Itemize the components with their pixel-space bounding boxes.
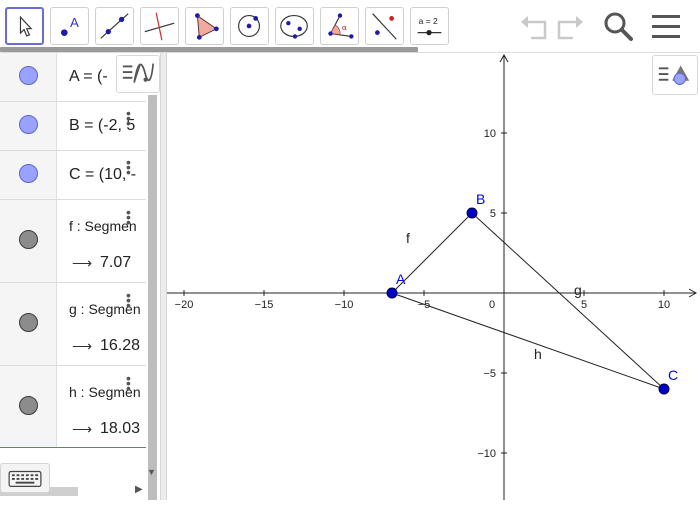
algebra-definition[interactable]: g : Segmen bbox=[69, 301, 145, 317]
slider-tool-button[interactable]: a = 2 bbox=[410, 7, 449, 45]
reflect-tool-button[interactable] bbox=[365, 7, 404, 45]
algebra-value: 7.07 bbox=[100, 254, 132, 271]
search-button[interactable] bbox=[601, 8, 635, 44]
scroll-down-arrow-icon[interactable]: ▼ bbox=[147, 467, 156, 477]
algebra-definition[interactable]: f : Segmen bbox=[69, 218, 145, 234]
point-label-A: A bbox=[396, 271, 406, 287]
point-B[interactable] bbox=[466, 207, 478, 219]
algebra-row-f[interactable]: f : Segmen • • • ⟶ 7.07 bbox=[0, 200, 146, 283]
segment-label-h: h bbox=[534, 346, 542, 362]
algebra-definition[interactable]: B = (-2, 5 bbox=[69, 117, 145, 135]
redo-icon bbox=[557, 16, 583, 40]
algebra-row-C[interactable]: C = (10, - • • • bbox=[0, 151, 146, 200]
point-icon: A bbox=[60, 15, 79, 36]
visibility-toggle-C[interactable] bbox=[19, 164, 38, 183]
undo-button[interactable] bbox=[517, 8, 551, 44]
point-C[interactable] bbox=[658, 383, 670, 395]
vertical-scrollbar[interactable] bbox=[148, 95, 157, 500]
circle-center-point-icon bbox=[238, 15, 261, 37]
polygon-tool-button[interactable] bbox=[185, 7, 224, 45]
algebra-value: 18.03 bbox=[100, 420, 141, 437]
algebra-definition[interactable]: h : Segmen bbox=[69, 384, 145, 400]
graphics-canvas[interactable]: −20 −15 −10 −5 0 5 10 10 5 −5 −10 f g h A B C bbox=[167, 53, 700, 500]
point-tool-label: A bbox=[70, 15, 79, 30]
graphics-style-bar-button[interactable] bbox=[652, 55, 698, 95]
point-label-B: B bbox=[476, 191, 485, 207]
line-tool-button[interactable] bbox=[95, 7, 134, 45]
more-options-icon[interactable]: • • • bbox=[126, 288, 132, 312]
ellipse-tool-button[interactable] bbox=[275, 7, 314, 45]
point-tool-button[interactable]: A bbox=[50, 7, 89, 45]
slider-icon: a = 2 bbox=[417, 16, 442, 36]
cursor-arrow-icon bbox=[19, 15, 33, 37]
visibility-toggle-f[interactable] bbox=[19, 230, 38, 249]
reflect-about-line-icon bbox=[372, 13, 397, 40]
keyboard-icon bbox=[8, 470, 42, 488]
perpendicular-line-tool-button[interactable] bbox=[140, 7, 179, 45]
visibility-toggle-A[interactable] bbox=[19, 66, 38, 85]
polygon-icon bbox=[195, 13, 219, 40]
angle-tool-label: α bbox=[342, 23, 347, 32]
scroll-right-arrow-icon[interactable]: ▶ bbox=[135, 484, 143, 495]
y-tick-label: 5 bbox=[490, 208, 496, 220]
visibility-toggle-h[interactable] bbox=[19, 396, 38, 415]
x-tick-label: 0 bbox=[489, 299, 495, 311]
y-tick-label: 10 bbox=[484, 128, 496, 140]
visibility-toggle-g[interactable] bbox=[19, 313, 38, 332]
x-tick-label: 5 bbox=[581, 299, 587, 311]
segment-label-g: g bbox=[574, 282, 582, 298]
algebra-style-bar-button[interactable] bbox=[116, 55, 160, 93]
line-through-points-icon bbox=[100, 13, 129, 39]
graphics-style-icon bbox=[658, 65, 690, 85]
y-tick-label: −5 bbox=[483, 368, 496, 380]
output-arrow: ⟶ bbox=[72, 255, 93, 271]
more-options-icon[interactable]: • • • bbox=[126, 205, 132, 229]
algebra-row-h[interactable]: h : Segmen • • • ⟶ 18.03 bbox=[0, 366, 146, 448]
slider-tool-label: a = 2 bbox=[419, 16, 438, 26]
segment-h[interactable] bbox=[391, 292, 665, 390]
search-icon bbox=[604, 12, 633, 41]
ellipse-icon bbox=[280, 15, 308, 39]
angle-tool-button[interactable]: α bbox=[320, 7, 359, 45]
visibility-toggle-B[interactable] bbox=[19, 115, 38, 134]
x-tick-label: −10 bbox=[335, 299, 354, 311]
perpendicular-icon bbox=[144, 12, 175, 41]
panel-divider[interactable] bbox=[160, 53, 167, 500]
segment-label-f: f bbox=[406, 230, 410, 246]
keyboard-button[interactable] bbox=[0, 463, 50, 493]
more-options-icon[interactable]: • • • bbox=[126, 106, 132, 130]
algebra-style-icon bbox=[122, 63, 155, 83]
graphics-view[interactable]: −20 −15 −10 −5 0 5 10 10 5 −5 −10 f g h A B C bbox=[167, 53, 700, 500]
algebra-definition[interactable]: C = (10, - bbox=[69, 166, 145, 184]
redo-button[interactable] bbox=[553, 8, 587, 44]
segment-g[interactable] bbox=[471, 212, 665, 390]
angle-icon: α bbox=[328, 13, 354, 39]
x-tick-label: −5 bbox=[418, 299, 431, 311]
more-options-icon[interactable]: • • • bbox=[126, 371, 132, 395]
point-label-C: C bbox=[668, 367, 678, 383]
point-A[interactable] bbox=[386, 287, 398, 299]
output-arrow: ⟶ bbox=[72, 338, 93, 354]
more-options-icon[interactable]: • • • bbox=[126, 155, 132, 179]
algebra-view: A = (- B = (-2, 5 • • • C = (10, - • • • f :… bbox=[0, 53, 160, 500]
x-tick-label: −20 bbox=[175, 299, 194, 311]
x-tick-label: 10 bbox=[658, 299, 670, 311]
move-tool-button[interactable] bbox=[5, 7, 44, 45]
hamburger-menu-icon bbox=[652, 15, 680, 38]
undo-icon bbox=[521, 16, 547, 40]
input-bar-line bbox=[0, 447, 146, 448]
algebra-row-B[interactable]: B = (-2, 5 • • • bbox=[0, 102, 146, 151]
output-arrow: ⟶ bbox=[72, 421, 93, 437]
y-tick-label: −10 bbox=[477, 448, 496, 460]
circle-tool-button[interactable] bbox=[230, 7, 269, 45]
toolbar: A α a = 2 bbox=[0, 0, 700, 52]
main-menu-button[interactable] bbox=[649, 8, 683, 44]
algebra-row-g[interactable]: g : Segmen • • • ⟶ 16.28 bbox=[0, 283, 146, 366]
algebra-value: 16.28 bbox=[100, 337, 141, 354]
x-tick-label: −15 bbox=[255, 299, 274, 311]
